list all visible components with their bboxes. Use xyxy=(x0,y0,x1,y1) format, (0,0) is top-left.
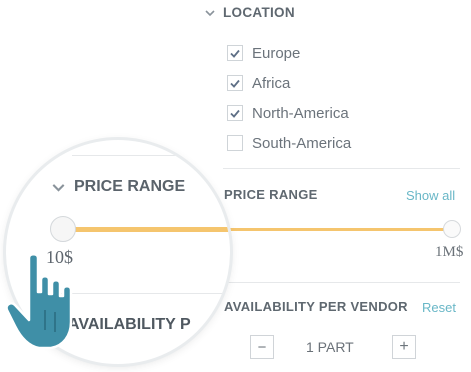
checkbox[interactable] xyxy=(227,105,243,121)
chevron-down-icon xyxy=(52,183,65,192)
lens-price-header: PRICE RANGE xyxy=(52,178,185,196)
checkmark-icon xyxy=(230,109,240,118)
lens-availability-title: AVAILABILITY P xyxy=(68,316,191,333)
option-label: South-America xyxy=(252,134,352,152)
price-slider-track[interactable] xyxy=(222,228,453,231)
chevron-down-icon xyxy=(205,9,215,16)
availability-title: AVAILABILITY PER VENDOR xyxy=(224,299,408,314)
lens-divider xyxy=(72,155,222,156)
pointing-hand-icon xyxy=(5,253,73,350)
checkbox[interactable] xyxy=(227,45,243,61)
minus-icon: − xyxy=(257,338,267,356)
checkmark-icon xyxy=(230,79,240,88)
location-header[interactable]: LOCATION xyxy=(205,5,465,20)
location-option-europe[interactable]: Europe xyxy=(227,38,351,68)
price-range-title: PRICE RANGE xyxy=(224,187,318,202)
lens-slider-track xyxy=(63,227,230,232)
option-label: Africa xyxy=(252,74,291,92)
reset-link[interactable]: Reset xyxy=(422,300,456,315)
option-label: Europe xyxy=(252,44,301,62)
divider xyxy=(223,282,460,283)
show-all-link[interactable]: Show all xyxy=(406,188,455,203)
location-title: LOCATION xyxy=(223,5,295,20)
increment-button[interactable]: + xyxy=(392,335,416,359)
option-label: North-America xyxy=(252,104,349,122)
price-max-label: 1M$ xyxy=(435,244,464,260)
location-option-south-america[interactable]: South-America xyxy=(227,128,351,158)
checkmark-icon xyxy=(230,49,240,58)
location-option-north-america[interactable]: North-America xyxy=(227,98,351,128)
lens-price-title: PRICE RANGE xyxy=(74,178,186,195)
price-slider-max-handle[interactable] xyxy=(443,220,461,238)
plus-icon: + xyxy=(399,338,409,355)
location-section: LOCATION xyxy=(205,5,465,20)
decrement-button[interactable]: − xyxy=(250,335,274,359)
checkbox[interactable] xyxy=(227,135,243,151)
quantity-value: 1 PART xyxy=(306,339,354,355)
divider xyxy=(223,168,460,169)
lens-slider-handle xyxy=(50,216,76,242)
location-option-africa[interactable]: Africa xyxy=(227,68,351,98)
checkbox[interactable] xyxy=(227,75,243,91)
location-options: Europe Africa North-America South-Americ… xyxy=(227,38,351,158)
